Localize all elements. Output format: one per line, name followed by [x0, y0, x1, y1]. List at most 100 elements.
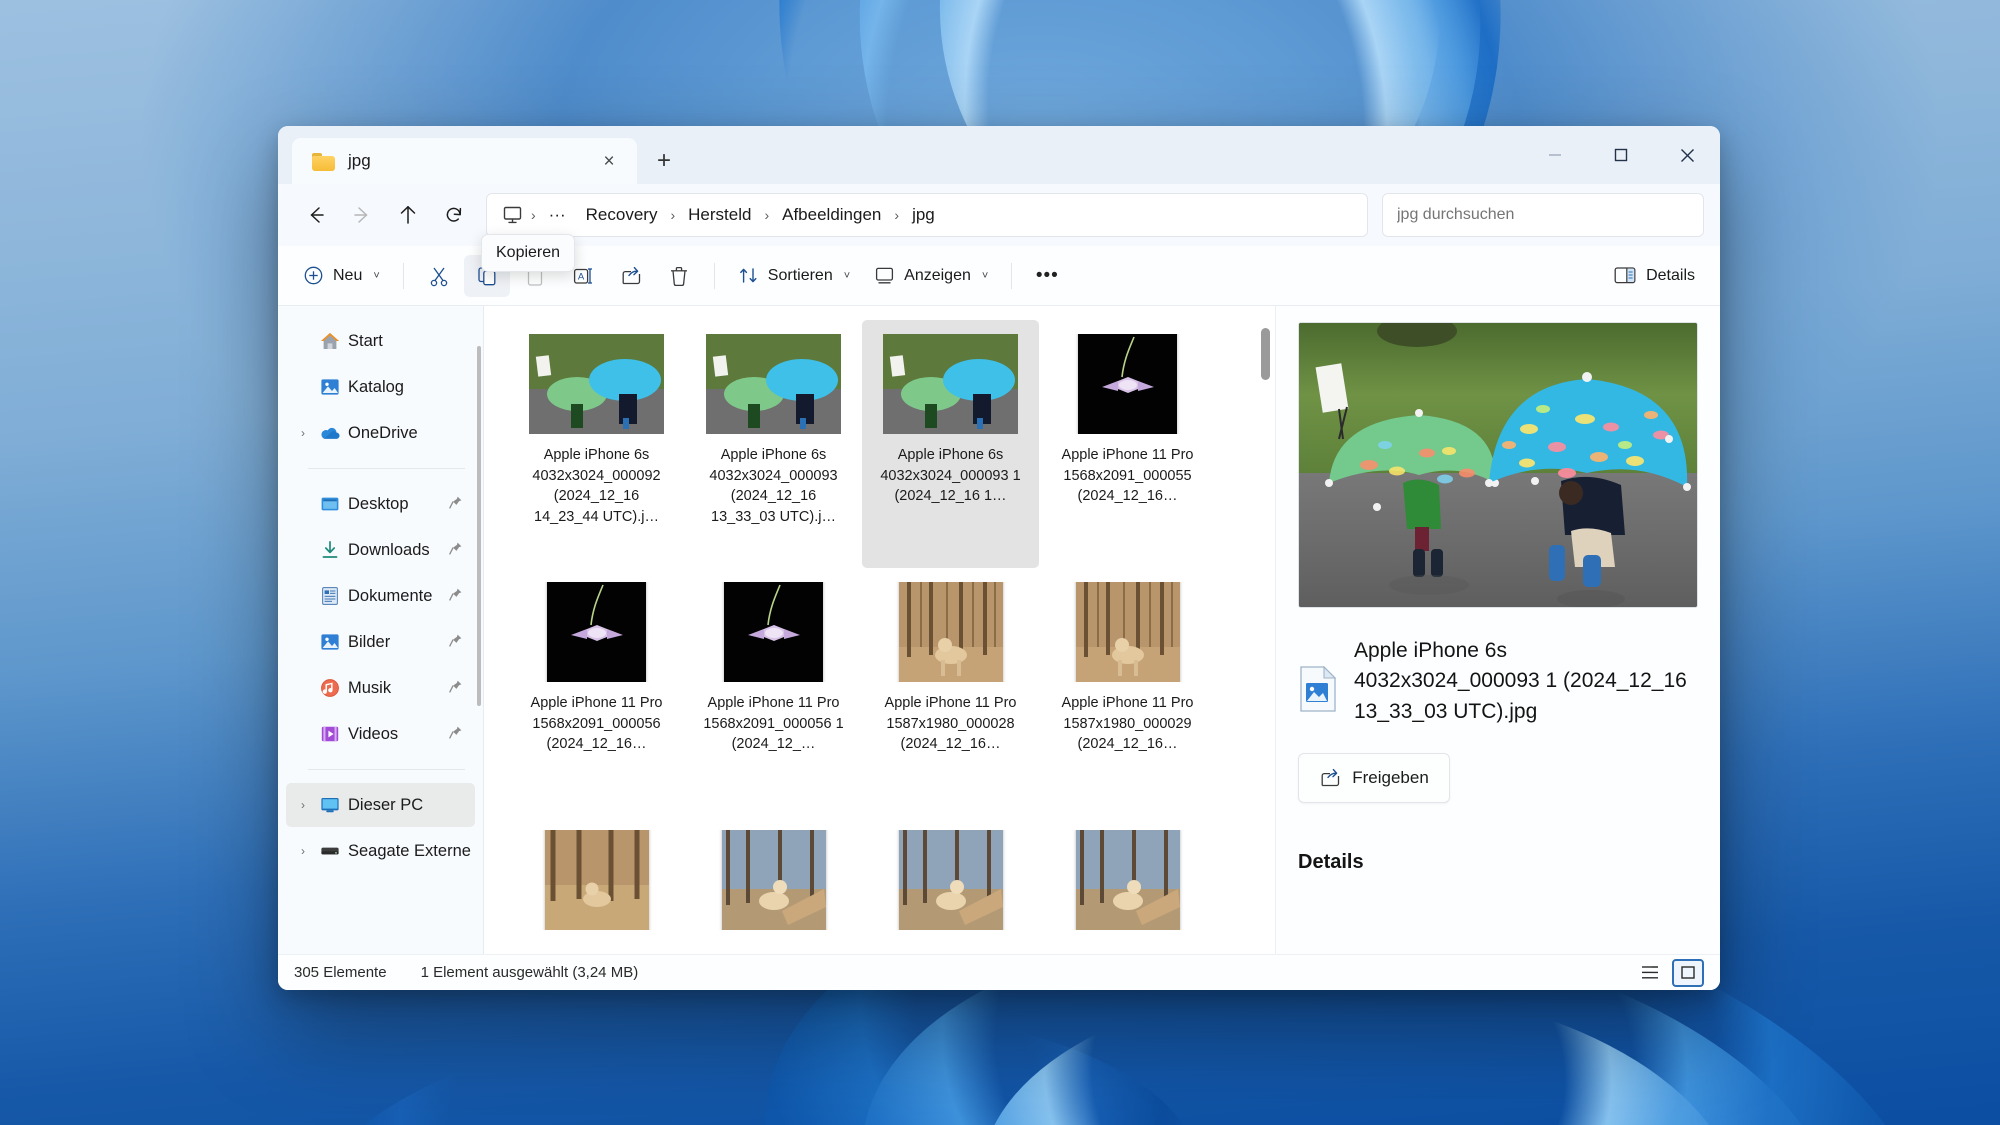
- breadcrumb-item-recovery[interactable]: Recovery: [577, 201, 667, 229]
- sidebar-item-bilder[interactable]: Bilder: [286, 620, 475, 664]
- tab-jpg[interactable]: jpg ×: [292, 138, 637, 184]
- breadcrumb[interactable]: › ··· Recovery › Hersteld › Afbeeldingen…: [486, 193, 1368, 237]
- sidebar-item-dieser-pc[interactable]: › Dieser PC: [286, 783, 475, 827]
- breadcrumb-separator: ›: [894, 207, 900, 223]
- sidebar-item-label: Dokumente: [348, 586, 433, 605]
- sort-icon: [739, 268, 757, 283]
- tiles-view-button[interactable]: [1672, 958, 1704, 987]
- pin-icon[interactable]: [448, 587, 463, 605]
- file-tile-selected[interactable]: Apple iPhone 6s 4032x3024_000093 1 (2024…: [862, 320, 1039, 568]
- drive-icon: [319, 840, 341, 862]
- tab-strip: jpg × +: [278, 126, 685, 184]
- file-thumbnail: [883, 582, 1018, 682]
- breadcrumb-item-jpg[interactable]: jpg: [903, 201, 944, 229]
- breadcrumb-separator: ›: [670, 207, 676, 223]
- file-tile[interactable]: [1039, 816, 1216, 954]
- file-tile[interactable]: Apple iPhone 11 Pro 1568x2091_000056 1 (…: [685, 568, 862, 816]
- details-pane-toggle[interactable]: Details: [1602, 255, 1706, 297]
- file-thumbnail: [529, 830, 664, 930]
- new-tab-button[interactable]: +: [643, 140, 685, 182]
- explorer-body: Start Katalog › OneDrive Desktop Downloa…: [278, 306, 1720, 954]
- pictures-icon: [319, 631, 341, 653]
- home-icon: [319, 330, 341, 352]
- sidebar-item-katalog[interactable]: Katalog: [286, 365, 475, 409]
- file-tile[interactable]: Apple iPhone 11 Pro 1587x1980_000028 (20…: [862, 568, 1039, 816]
- file-list-scrollbar-thumb[interactable]: [1261, 328, 1270, 380]
- breadcrumb-item-afbeeldingen[interactable]: Afbeeldingen: [773, 201, 890, 229]
- sidebar-item-start[interactable]: Start: [286, 319, 475, 363]
- plus-circle-icon: [304, 266, 323, 285]
- file-name: Apple iPhone 11 Pro 1568x2091_000055 (20…: [1061, 447, 1194, 505]
- file-tile[interactable]: Apple iPhone 6s 4032x3024_000093 (2024_1…: [685, 320, 862, 568]
- pin-icon[interactable]: [448, 633, 463, 651]
- sidebar-item-label: Katalog: [348, 377, 404, 396]
- search-input[interactable]: [1397, 206, 1689, 224]
- search-box[interactable]: [1382, 193, 1704, 237]
- jpg-file-icon: [1298, 665, 1338, 712]
- navigation-pane: Start Katalog › OneDrive Desktop Downloa…: [278, 306, 483, 954]
- sidebar-item-downloads[interactable]: Downloads: [286, 528, 475, 572]
- title-bar: jpg × +: [278, 126, 1720, 184]
- view-button-label: Anzeigen: [904, 266, 971, 284]
- sidebar-item-seagate-externe[interactable]: › Seagate Externe: [286, 829, 475, 873]
- breadcrumb-overflow[interactable]: ···: [540, 201, 575, 229]
- pin-icon[interactable]: [448, 679, 463, 697]
- sidebar-scrollbar[interactable]: [477, 346, 481, 706]
- file-list[interactable]: Apple iPhone 6s 4032x3024_000092 (2024_1…: [484, 306, 1275, 954]
- divider: [1011, 262, 1013, 289]
- file-tile[interactable]: Apple iPhone 11 Pro 1587x1980_000029 (20…: [1039, 568, 1216, 816]
- share-file-button[interactable]: Freigeben: [1298, 753, 1450, 804]
- sidebar-item-onedrive[interactable]: › OneDrive: [286, 411, 475, 455]
- pin-icon[interactable]: [448, 725, 463, 743]
- breadcrumb-item-hersteld[interactable]: Hersteld: [679, 201, 760, 229]
- sidebar-item-videos[interactable]: Videos: [286, 712, 475, 756]
- file-name: Apple iPhone 11 Pro 1568x2091_000056 1 (…: [703, 695, 844, 753]
- list-view-button[interactable]: [1634, 959, 1666, 987]
- refresh-button[interactable]: [432, 193, 476, 237]
- share-button[interactable]: [608, 255, 654, 297]
- window-controls: [1522, 126, 1720, 184]
- chevron-right-icon[interactable]: ›: [294, 844, 312, 858]
- forward-button[interactable]: [340, 193, 384, 237]
- sidebar-item-musik[interactable]: Musik: [286, 666, 475, 710]
- more-options-button[interactable]: •••: [1024, 255, 1070, 297]
- file-list-scrollbar[interactable]: [1260, 316, 1270, 906]
- maximize-button[interactable]: [1588, 126, 1654, 184]
- sidebar-item-label: Downloads: [348, 540, 430, 559]
- this-pc-icon: [319, 794, 341, 816]
- file-thumbnail: [706, 334, 841, 434]
- downloads-icon: [319, 539, 341, 561]
- file-tile[interactable]: Apple iPhone 11 Pro 1568x2091_000055 (20…: [1039, 320, 1216, 568]
- scissors-icon: [430, 267, 448, 286]
- sidebar-item-desktop[interactable]: Desktop: [286, 482, 475, 526]
- close-window-button[interactable]: [1654, 126, 1720, 184]
- chevron-right-icon[interactable]: ›: [294, 426, 312, 440]
- file-tile[interactable]: [862, 816, 1039, 954]
- file-tile[interactable]: [685, 816, 862, 954]
- file-thumbnail: [1060, 582, 1195, 682]
- file-tile[interactable]: Apple iPhone 11 Pro 1568x2091_000056 (20…: [508, 568, 685, 816]
- this-pc-breadcrumb-icon[interactable]: [499, 203, 525, 227]
- copy-tooltip: Kopieren: [481, 234, 576, 272]
- pin-icon[interactable]: [448, 495, 463, 513]
- view-button[interactable]: Anzeigen ˅: [863, 255, 999, 297]
- up-button[interactable]: [386, 193, 430, 237]
- sort-button[interactable]: Sortieren ˅: [727, 255, 861, 297]
- new-button[interactable]: Neu ˅: [292, 255, 391, 297]
- onedrive-icon: [319, 422, 341, 444]
- file-name: Apple iPhone 11 Pro 1587x1980_000028 (20…: [884, 695, 1017, 753]
- file-grid: Apple iPhone 6s 4032x3024_000092 (2024_1…: [484, 306, 1275, 954]
- file-tile[interactable]: Apple iPhone 6s 4032x3024_000092 (2024_1…: [508, 320, 685, 568]
- delete-button[interactable]: [656, 255, 702, 297]
- minimize-button[interactable]: [1522, 126, 1588, 184]
- chevron-right-icon[interactable]: ›: [294, 798, 312, 812]
- file-tile[interactable]: [508, 816, 685, 954]
- details-toggle-label: Details: [1646, 266, 1695, 284]
- back-button[interactable]: [294, 193, 338, 237]
- close-tab-icon[interactable]: ×: [595, 147, 623, 175]
- sidebar-item-dokumente[interactable]: Dokumente: [286, 574, 475, 618]
- sidebar-item-label: Dieser PC: [348, 795, 424, 814]
- sort-button-label: Sortieren: [767, 266, 833, 284]
- cut-button[interactable]: [416, 255, 462, 297]
- pin-icon[interactable]: [448, 541, 463, 559]
